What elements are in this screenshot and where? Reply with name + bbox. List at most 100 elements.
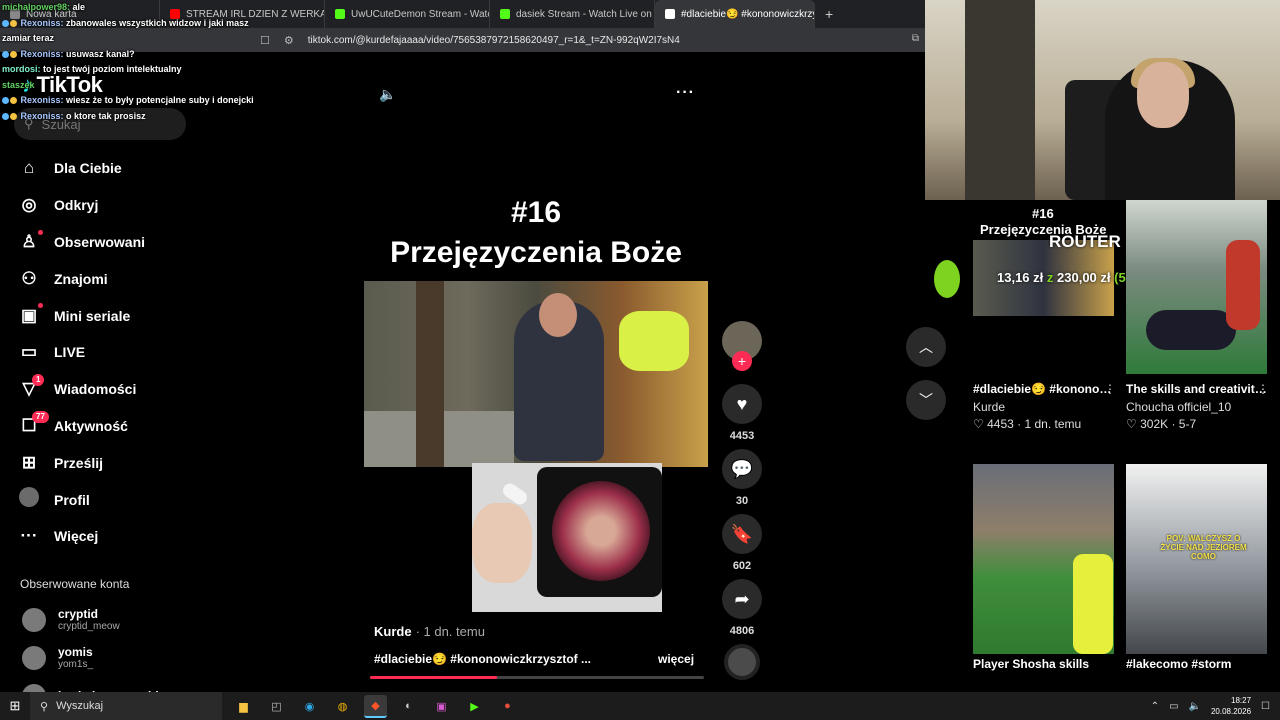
sidebar-item-przeslij[interactable]: ⊞ Prześlij: [18, 444, 145, 481]
chat-message: michalpower98: ale: [2, 2, 86, 12]
sidebar-item-wiecej[interactable]: ··· Więcej: [18, 518, 145, 555]
feed-card[interactable]: POV: WALCZYSZ O ŻYCIE NAD JEZIOREM COMO …: [1126, 464, 1267, 674]
video-progress-bar[interactable]: [370, 676, 704, 679]
more-button[interactable]: więcej: [658, 652, 694, 666]
card-menu-icon[interactable]: ⋮: [1257, 382, 1269, 396]
sidebar-item-znajomi[interactable]: ⚇ Znajomi: [18, 260, 145, 297]
feed-thumbnail[interactable]: POV: WALCZYSZ O ŻYCIE NAD JEZIOREM COMO: [1126, 464, 1267, 654]
badge-icon: [2, 112, 9, 120]
app-icon[interactable]: ▣: [430, 695, 453, 718]
share-icon[interactable]: ➦: [722, 579, 762, 619]
tab-kick-dasiek[interactable]: dasiek Stream - Watch Live on Kick: [490, 0, 655, 28]
video-frame-ultrasound[interactable]: [472, 463, 662, 612]
chat-message: Rexoniss: zbanowales wszystkich widzow i…: [2, 17, 249, 43]
record-icon[interactable]: ●: [496, 695, 519, 718]
followed-account[interactable]: cryptid cryptid_meow: [22, 607, 120, 632]
obs-icon[interactable]: ◐: [397, 695, 420, 718]
like-action[interactable]: ♥ 4453: [722, 384, 762, 442]
badge-icon: [10, 112, 17, 120]
tab-kick-uwucutedemon[interactable]: UwUCuteDemon Stream - Watch Live: [325, 0, 490, 28]
clock[interactable]: 18:27 20.08.2026: [1211, 695, 1251, 717]
network-icon[interactable]: ▭: [1169, 701, 1178, 712]
tab-tiktok-active[interactable]: #dlaciebie😏 #kononowiczkrzysztof ✕: [655, 0, 815, 28]
edge-icon[interactable]: ◉: [298, 695, 321, 718]
heart-outline-icon: ♡: [973, 417, 984, 431]
chevron-up-icon: ︿: [919, 339, 933, 355]
url-field[interactable]: tiktok.com/@kurdefajaaaa/video/756538797…: [308, 35, 680, 46]
notification-dot: [38, 303, 43, 309]
chat-message: Rexoniss: wiesz że to były potencjalne s…: [2, 93, 272, 109]
followed-account[interactable]: yomis yom1s_: [22, 645, 93, 670]
sidebar-item-profil[interactable]: Profil: [18, 481, 145, 518]
video-title-number: #16: [510, 196, 562, 229]
sidebar-item-wiadomosci[interactable]: ▽ 1 Wiadomości: [18, 371, 145, 408]
windows-start-icon[interactable]: ⊞: [0, 698, 30, 714]
translate-icon[interactable]: ⧉: [912, 33, 919, 44]
video-author[interactable]: Kurde · 1 dn. temu: [374, 624, 485, 639]
sidebar-item-live[interactable]: ▭ LIVE: [18, 334, 145, 371]
follow-plus-icon[interactable]: +: [732, 351, 752, 371]
message-count-badge: 1: [32, 373, 45, 386]
sidebar-item-aktywnosc[interactable]: ☐ 77 Aktywność: [18, 408, 145, 445]
new-tab-button[interactable]: +: [825, 6, 833, 22]
card-stats: ♡ 4453 · 1 dn. temu: [973, 417, 1082, 431]
following-accounts-header: Obserwowane konta: [20, 577, 130, 591]
feed-thumbnail[interactable]: [1126, 200, 1267, 374]
avatar: [22, 607, 46, 632]
share-action[interactable]: ➦ 4806: [722, 579, 762, 637]
music-disc-icon[interactable]: [724, 644, 760, 680]
comment-action[interactable]: 💬 30: [722, 449, 762, 507]
chrome-icon[interactable]: ◍: [331, 695, 354, 718]
card-stats: ♡ 302K · 5-7: [1126, 417, 1197, 431]
film-icon: ▣: [20, 305, 38, 325]
kick-icon[interactable]: ▶: [463, 695, 486, 718]
windows-taskbar: ⊞ ⚲ Wyszukaj ▆ ◰ ◉ ◍ ◆ ◐ ▣ ▶ ● ⌃ ▭ 🔈 18:2…: [0, 692, 1280, 720]
notification-icon[interactable]: ☐: [1261, 701, 1270, 712]
avatar: [22, 645, 46, 670]
comment-icon[interactable]: 💬: [722, 449, 762, 489]
feed-card[interactable]: Player Shosha skills: [973, 464, 1114, 674]
screen: Nowa karta STREAM IRL DZIEN Z WERKA /DR …: [0, 0, 1280, 720]
file-explorer-icon[interactable]: ▆: [232, 695, 255, 718]
chat-message: mordosi: to jest twój poziom intelektual…: [2, 64, 182, 74]
save-action[interactable]: 🔖 602: [722, 514, 762, 572]
sidebar-item-mini-seriale[interactable]: ▣ Mini seriale: [18, 297, 145, 334]
app-icon[interactable]: ◰: [265, 695, 288, 718]
volume-icon[interactable]: 🔈: [1189, 701, 1201, 712]
search-icon: ⚲: [40, 700, 49, 713]
feed-thumbnail[interactable]: [973, 464, 1114, 654]
site-info-icon[interactable]: ⚙: [284, 34, 294, 47]
volume-icon[interactable]: 🔈: [379, 86, 396, 103]
badge-icon: [2, 97, 9, 105]
upload-icon: ⊞: [21, 452, 37, 472]
sidebar-item-dla-ciebie[interactable]: ⌂ Dla Ciebie: [18, 150, 145, 187]
brave-icon[interactable]: ◆: [364, 694, 387, 718]
home-icon: ⌂: [23, 158, 35, 178]
chat-message: Rexoniss: o ktore tak prosisz: [2, 109, 272, 125]
video-frame-top[interactable]: [364, 281, 708, 467]
previous-video-button[interactable]: ︿: [906, 327, 946, 367]
taskbar-search[interactable]: ⚲ Wyszukaj: [30, 692, 222, 720]
next-video-button[interactable]: ﹀: [906, 380, 946, 420]
video-title: Przejęzyczenia Boże: [390, 236, 682, 269]
heart-icon[interactable]: ♥: [722, 384, 762, 424]
sidebar-item-odkryj[interactable]: ◎ Odkryj: [18, 187, 145, 224]
following-icon: ♙: [21, 231, 37, 251]
activity-count-badge: 77: [32, 410, 49, 423]
badge-icon: [2, 50, 9, 58]
sidebar-nav: ⌂ Dla Ciebie ◎ Odkryj ♙ Obserwowani ⚇ Znajom…: [18, 150, 145, 555]
system-tray: ⌃ ▭ 🔈 18:27 20.08.2026 ☐: [1151, 692, 1270, 720]
sidebar-item-obserwowani[interactable]: ♙ Obserwowani: [18, 224, 145, 261]
friends-icon: ⚇: [21, 268, 37, 288]
feed-card[interactable]: The skills and creativity of Brazilia...…: [1126, 200, 1269, 433]
badge-icon: [10, 97, 17, 105]
chevron-up-icon[interactable]: ⌃: [1151, 701, 1159, 712]
video-progress-fill: [370, 676, 497, 679]
bookmark-icon[interactable]: 🔖: [722, 514, 762, 554]
overlay-green-shape: [934, 260, 960, 298]
video-description[interactable]: #dlaciebie😏 #kononowiczkrzysztof ...: [374, 652, 591, 666]
notification-dot: [38, 229, 43, 235]
card-menu-icon[interactable]: ⋮: [1104, 382, 1116, 396]
more-options-icon[interactable]: ···: [676, 84, 695, 102]
badge-icon: [10, 19, 17, 27]
